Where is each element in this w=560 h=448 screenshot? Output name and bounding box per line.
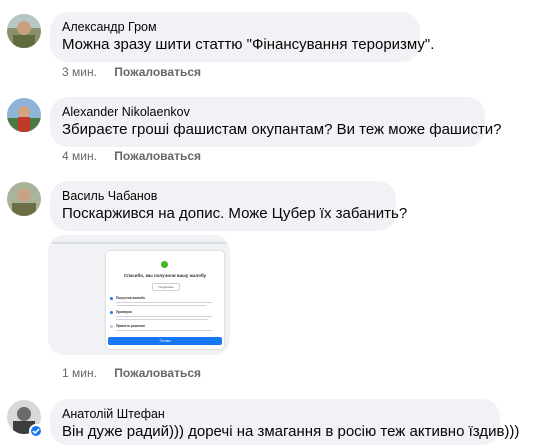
avatar[interactable] [7, 182, 41, 216]
step-dot [110, 311, 113, 314]
report-link[interactable]: Пожаловаться [114, 149, 201, 163]
avatar[interactable] [7, 14, 41, 48]
dialog-option: Получена жалоба [116, 296, 145, 300]
report-dialog: Спасибо, мы получили вашу жалобу Подробн… [106, 251, 224, 349]
comment-bubble: Александр Гром Можна зразу шити статтю "… [50, 12, 435, 62]
dialog-option: Принято решение [116, 324, 146, 328]
step-dot [110, 325, 113, 328]
dialog-done-button: Готово [108, 337, 222, 345]
option-line [116, 302, 212, 303]
comment-time[interactable]: 1 мин. [62, 366, 97, 380]
option-line [116, 316, 212, 317]
attached-screenshot[interactable]: Спасибо, мы получили вашу жалобу Подробн… [48, 235, 230, 355]
step-dot [110, 297, 113, 300]
comment-meta: 3 мин. Пожаловаться [62, 65, 201, 79]
comment-author[interactable]: Анатолій Штефан [62, 406, 488, 422]
option-line [116, 330, 212, 331]
verified-badge-icon [29, 424, 43, 438]
option-line [116, 305, 206, 306]
comment-author[interactable]: Василь Чабанов [62, 188, 384, 204]
comment-author[interactable]: Alexander Nikolaenkov [62, 104, 473, 120]
dialog-more-button: Подробнее [152, 283, 180, 291]
check-icon [161, 261, 168, 268]
avatar[interactable] [7, 98, 41, 132]
comment-time[interactable]: 4 мин. [62, 149, 97, 163]
comment-text: Можна зразу шити статтю "Фінансування те… [62, 36, 435, 53]
screenshot-toolbar [52, 242, 226, 244]
dialog-title: Спасибо, мы получили вашу жалобу [123, 273, 207, 278]
comment-meta: 4 мин. Пожаловаться [62, 149, 201, 163]
comment-text: Поскаржився на допис. Може Цубер їх заба… [62, 205, 408, 222]
report-link[interactable]: Пожаловаться [114, 366, 201, 380]
comment-bubble: Анатолій Штефан Він дуже радий))) доречі… [50, 399, 520, 445]
option-line [116, 319, 208, 320]
comment-author[interactable]: Александр Гром [62, 19, 408, 35]
report-link[interactable]: Пожаловаться [114, 65, 201, 79]
dialog-option: Проверка [116, 310, 132, 314]
comment-time[interactable]: 3 мин. [62, 65, 97, 79]
comment-meta: 1 мин. Пожаловаться [62, 366, 201, 380]
comment-bubble: Alexander Nikolaenkov Збираєте гроші фаш… [50, 97, 502, 147]
comment-text: Збираєте гроші фашистам окупантам? Ви те… [62, 121, 502, 138]
comment-bubble: Василь Чабанов Поскаржився на допис. Мож… [50, 181, 408, 231]
comment-text: Він дуже радий))) доречі на змагання в р… [62, 423, 520, 440]
